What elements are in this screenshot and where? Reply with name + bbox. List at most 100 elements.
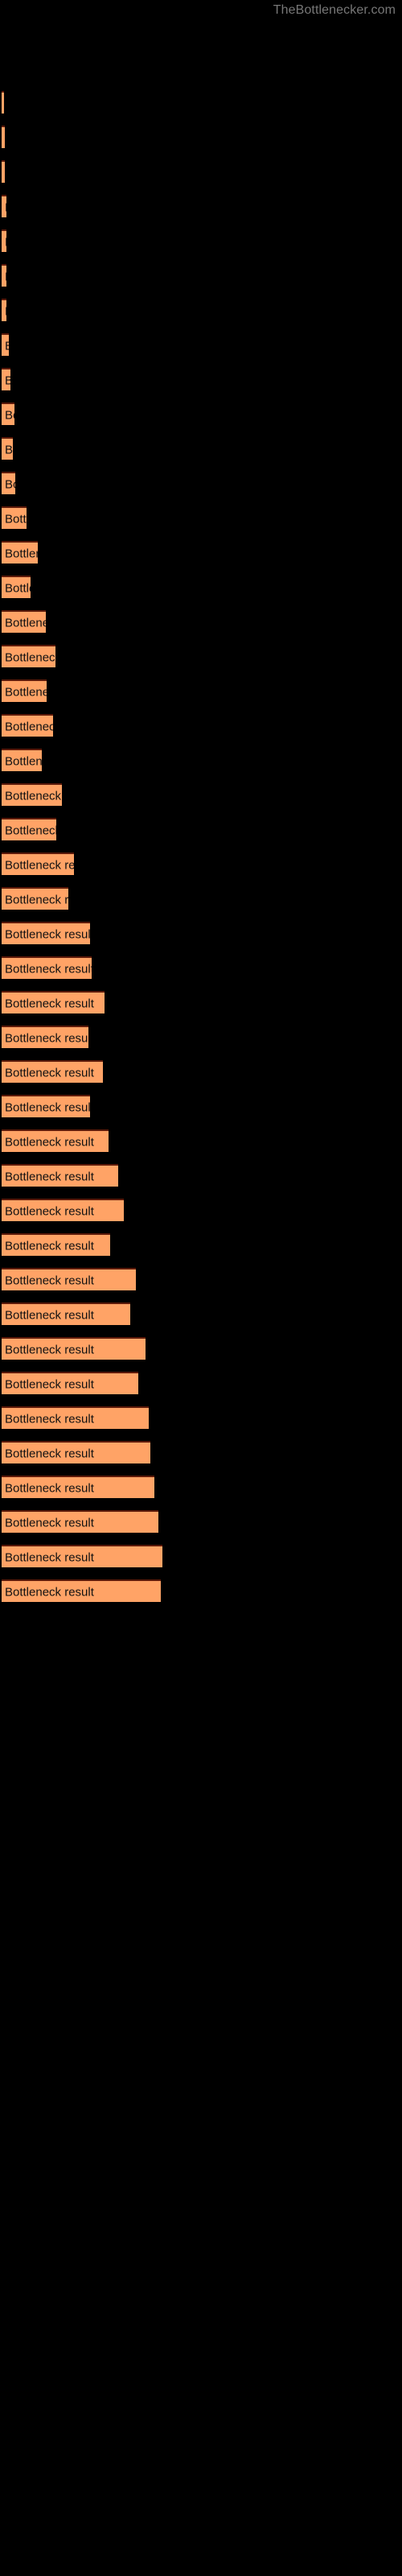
bar-row[interactable]: Bottleneck result [2, 783, 62, 806]
bar[interactable]: Bottleneck result [2, 887, 68, 910]
bar[interactable]: Bottleneck result [2, 160, 5, 183]
bar[interactable]: Bottleneck result [2, 783, 62, 806]
bar-label: Bottleneck result [5, 1377, 94, 1392]
bar-label-clip: Bottleneck result [2, 162, 5, 184]
bar-row[interactable]: Bottleneck result [2, 160, 5, 183]
bar-row[interactable]: Bottleneck result [2, 506, 27, 529]
bar[interactable]: Bottleneck result [2, 1268, 136, 1290]
bar-row[interactable]: Bottleneck result [2, 195, 6, 217]
bar-label-clip: Bottleneck result [2, 266, 6, 288]
bar[interactable]: Bottleneck result [2, 368, 10, 390]
bar[interactable]: Bottleneck result [2, 1026, 88, 1048]
bar-row[interactable]: Bottleneck result [2, 1337, 146, 1360]
bar-row[interactable]: Bottleneck result [2, 1302, 130, 1325]
bar-label-clip: Bottleneck result [2, 716, 53, 738]
bar-row[interactable]: Bottleneck result [2, 1026, 88, 1048]
bar[interactable]: Bottleneck result [2, 1406, 149, 1429]
bar-row[interactable]: Bottleneck result [2, 679, 47, 702]
bar-row[interactable]: Bottleneck result [2, 1268, 136, 1290]
bar-row[interactable]: Bottleneck result [2, 576, 31, 598]
bar-label-clip: Bottleneck result [2, 993, 105, 1015]
bar[interactable]: Bottleneck result [2, 749, 42, 771]
bar[interactable]: Bottleneck result [2, 818, 56, 840]
bar[interactable]: Bottleneck result [2, 229, 6, 252]
bar-row[interactable]: Bottleneck result [2, 1164, 118, 1187]
bar[interactable]: Bottleneck result [2, 1302, 130, 1325]
bar[interactable]: Bottleneck result [2, 333, 9, 356]
bar-row[interactable]: Bottleneck result [2, 922, 90, 944]
bar-row[interactable]: Bottleneck result [2, 610, 46, 633]
bar-row[interactable]: Bottleneck result [2, 264, 6, 287]
bar-row[interactable]: Bottleneck result [2, 714, 53, 737]
bar-row[interactable]: Bottleneck result [2, 749, 42, 771]
bar-row[interactable]: Bottleneck result [2, 1545, 162, 1567]
bar[interactable]: Bottleneck result [2, 195, 6, 217]
bar[interactable]: Bottleneck result [2, 852, 74, 875]
bar-row[interactable]: Bottleneck result [2, 645, 55, 667]
bar[interactable]: Bottleneck result [2, 1095, 90, 1117]
bar[interactable]: Bottleneck result [2, 1337, 146, 1360]
bar-row[interactable]: Bottleneck result [2, 1095, 90, 1117]
bar[interactable]: Bottleneck result [2, 610, 46, 633]
bar-row[interactable]: Bottleneck result [2, 1406, 149, 1429]
bar-row[interactable]: Bottleneck result [2, 472, 15, 494]
bar-row[interactable]: Bottleneck result [2, 1233, 110, 1256]
bar[interactable]: Bottleneck result [2, 1164, 118, 1187]
bar-label: Bottleneck result [5, 616, 46, 630]
bar-row[interactable]: Bottleneck result [2, 91, 4, 114]
bar-row[interactable]: Bottleneck result [2, 1060, 103, 1083]
bar[interactable]: Bottleneck result [2, 1199, 124, 1221]
bar[interactable]: Bottleneck result [2, 402, 14, 425]
bar[interactable]: Bottleneck result [2, 679, 47, 702]
bar[interactable]: Bottleneck result [2, 1510, 158, 1533]
bar-label: Bottleneck result [5, 374, 10, 388]
bar-row[interactable]: Bottleneck result [2, 956, 92, 979]
bar-label-clip: Bottleneck result [2, 577, 31, 600]
bar-row[interactable]: Bottleneck result [2, 818, 56, 840]
bar[interactable]: Bottleneck result [2, 1060, 103, 1083]
bar[interactable]: Bottleneck result [2, 126, 5, 148]
bar-row[interactable]: Bottleneck result [2, 887, 68, 910]
bar[interactable]: Bottleneck result [2, 1129, 109, 1152]
bar[interactable]: Bottleneck result [2, 922, 90, 944]
bar-row[interactable]: Bottleneck result [2, 1129, 109, 1152]
bar[interactable]: Bottleneck result [2, 1476, 154, 1498]
bar-row[interactable]: Bottleneck result [2, 1476, 154, 1498]
bar-row[interactable]: Bottleneck result [2, 1510, 158, 1533]
bar[interactable]: Bottleneck result [2, 264, 6, 287]
bar-label: Bottleneck result [5, 1135, 94, 1150]
bar-row[interactable]: Bottleneck result [2, 299, 6, 321]
bar-row[interactable]: Bottleneck result [2, 1579, 161, 1602]
bar-row[interactable]: Bottleneck result [2, 126, 5, 148]
bar[interactable]: Bottleneck result [2, 541, 38, 564]
bar[interactable]: Bottleneck result [2, 1372, 138, 1394]
bar-row[interactable]: Bottleneck result [2, 402, 14, 425]
bar-row[interactable]: Bottleneck result [2, 541, 38, 564]
bar[interactable]: Bottleneck result [2, 437, 13, 460]
bar-row[interactable]: Bottleneck result [2, 1372, 138, 1394]
bar[interactable]: Bottleneck result [2, 576, 31, 598]
bar-label-clip: Bottleneck result [2, 612, 46, 634]
bar-label: Bottleneck result [5, 341, 9, 353]
bar-row[interactable]: Bottleneck result [2, 229, 6, 252]
bar-row[interactable]: Bottleneck result [2, 333, 9, 356]
bar-label-clip: Bottleneck result [2, 1166, 118, 1188]
bar[interactable]: Bottleneck result [2, 1441, 150, 1463]
bar[interactable]: Bottleneck result [2, 714, 53, 737]
bar[interactable]: Bottleneck result [2, 645, 55, 667]
bar[interactable]: Bottleneck result [2, 506, 27, 529]
bar[interactable]: Bottleneck result [2, 1545, 162, 1567]
bar-row[interactable]: Bottleneck result [2, 1199, 124, 1221]
bar-row[interactable]: Bottleneck result [2, 437, 13, 460]
bar[interactable]: Bottleneck result [2, 991, 105, 1013]
bar[interactable]: Bottleneck result [2, 1233, 110, 1256]
bar[interactable]: Bottleneck result [2, 91, 4, 114]
bar-row[interactable]: Bottleneck result [2, 1441, 150, 1463]
bar[interactable]: Bottleneck result [2, 472, 15, 494]
bar-row[interactable]: Bottleneck result [2, 368, 10, 390]
bar-row[interactable]: Bottleneck result [2, 852, 74, 875]
bar[interactable]: Bottleneck result [2, 299, 6, 321]
bar[interactable]: Bottleneck result [2, 956, 92, 979]
bar-row[interactable]: Bottleneck result [2, 991, 105, 1013]
bar[interactable]: Bottleneck result [2, 1579, 161, 1602]
